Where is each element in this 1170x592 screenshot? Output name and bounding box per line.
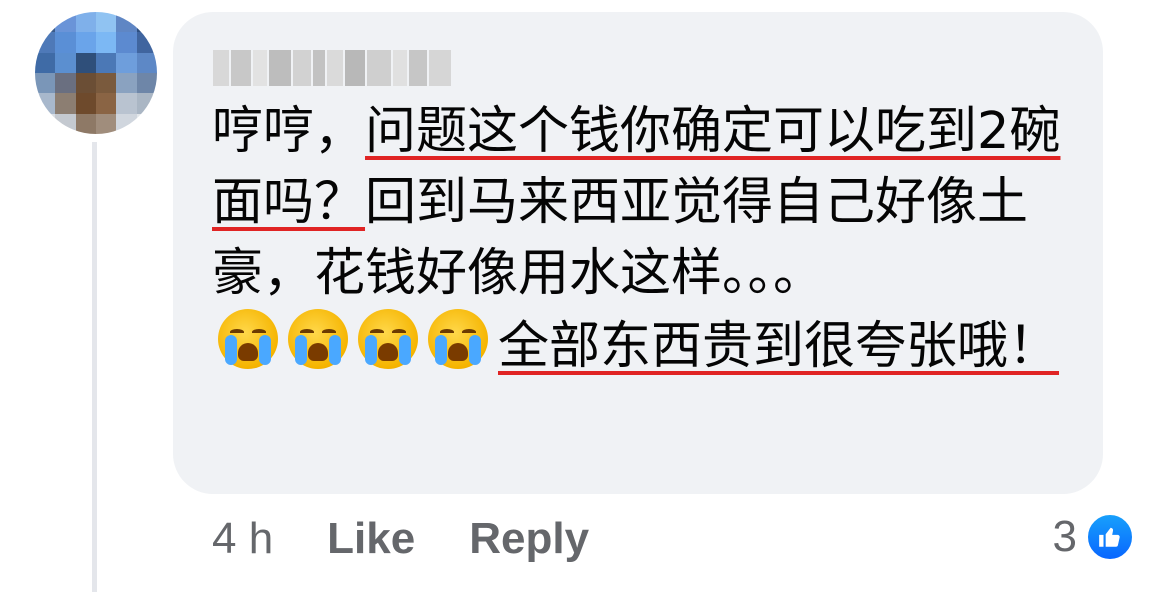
avatar-pixel: [55, 52, 76, 73]
avatar-pixel: [55, 93, 76, 114]
thumbs-up-glyph: [1099, 527, 1120, 547]
reactions-summary[interactable]: 3: [1053, 512, 1135, 562]
avatar-pixel: [116, 73, 137, 94]
avatar-pixel: [116, 52, 137, 73]
thumbs-up-icon: [1085, 512, 1135, 562]
avatar-pixel: [35, 52, 56, 73]
avatar-pixel: [116, 32, 137, 53]
author-name-redacted[interactable]: [213, 50, 451, 86]
avatar-pixel: [35, 93, 56, 114]
avatar-pixel: [55, 73, 76, 94]
author-redaction-block: [253, 50, 267, 86]
crying-face-emoji-icon: [288, 309, 348, 369]
avatar-pixel: [55, 12, 76, 33]
avatar-pixel: [116, 113, 137, 134]
avatar-pixel: [55, 32, 76, 53]
avatar-pixel: [136, 73, 157, 94]
comment-text-underlined-2: 全部东西贵到很夸张哦！: [498, 317, 1060, 376]
avatar-pixel: [96, 32, 117, 53]
author-redaction-block: [367, 50, 391, 86]
avatar-pixel: [96, 12, 117, 33]
avatar-pixel: [96, 113, 117, 134]
avatar-pixel: [136, 113, 157, 134]
avatar-pixel: [35, 32, 56, 53]
comment-text: 哼哼，问题这个钱你确定可以吃到2碗面吗？回到马来西亚觉得自己好像土豪，花钱好像用…: [212, 96, 1092, 382]
crying-face-emoji-icon: [428, 309, 488, 369]
avatar-pixel: [136, 52, 157, 73]
author-redaction-block: [231, 50, 251, 86]
avatar-pixel: [116, 93, 137, 114]
avatar-pixel: [75, 12, 96, 33]
like-button[interactable]: Like: [327, 514, 415, 564]
avatar-pixel: [75, 73, 96, 94]
avatar-pixel: [96, 73, 117, 94]
avatar-pixel: [96, 52, 117, 73]
avatar-pixel: [75, 52, 96, 73]
avatar-pixel: [136, 93, 157, 114]
author-redaction-block: [213, 50, 229, 86]
author-redaction-block: [345, 50, 365, 86]
avatar-pixel: [116, 12, 137, 33]
comment-text-intro: 哼哼，: [212, 102, 366, 161]
crying-face-emoji-icon: [218, 309, 278, 369]
avatar-pixel: [75, 93, 96, 114]
avatar-pixel: [75, 113, 96, 134]
author-redaction-block: [269, 50, 291, 86]
avatar-pixel: [96, 93, 117, 114]
crying-face-emoji-icon: [358, 309, 418, 369]
author-redaction-block: [313, 50, 325, 86]
comment-actions: 4 h Like Reply: [212, 514, 589, 564]
author-redaction-block: [293, 50, 311, 86]
avatar-pixel: [35, 73, 56, 94]
emoji-row: [218, 309, 488, 369]
author-redaction-block: [327, 50, 343, 86]
reply-button[interactable]: Reply: [469, 514, 589, 564]
comment-timestamp[interactable]: 4 h: [212, 514, 273, 564]
author-redaction-block: [393, 50, 407, 86]
avatar-pixel: [35, 113, 56, 134]
reaction-count: 3: [1052, 512, 1077, 561]
avatar[interactable]: [35, 12, 157, 134]
avatar-pixel: [35, 12, 56, 33]
avatar-pixel: [55, 113, 76, 134]
avatar-pixel: [75, 32, 96, 53]
author-redaction-block: [409, 50, 427, 86]
author-redaction-block: [429, 50, 451, 86]
avatar-pixel: [136, 12, 157, 33]
avatar-pixel: [136, 32, 157, 53]
thread-line: [92, 142, 97, 592]
